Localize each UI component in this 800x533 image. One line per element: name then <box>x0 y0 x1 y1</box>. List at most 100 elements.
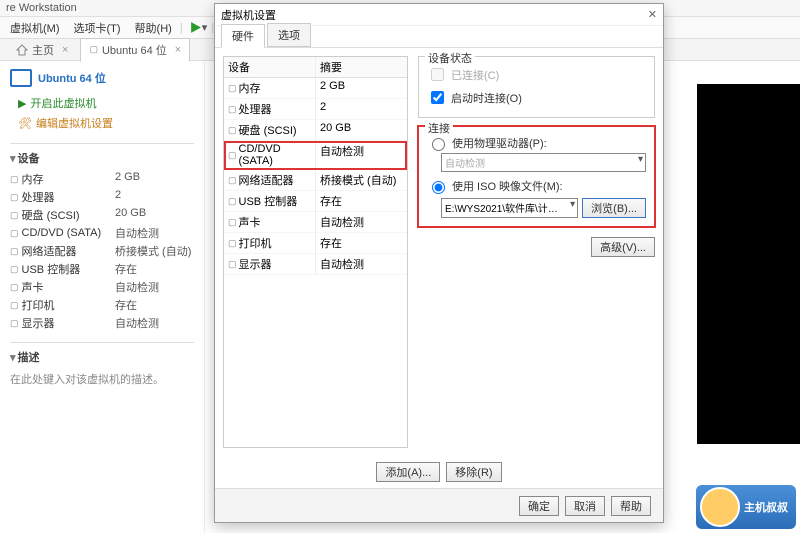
device-name: 声卡 <box>22 279 44 295</box>
hardware-row[interactable]: ▢打印机 存在 <box>224 233 407 254</box>
hw-name: 硬盘 (SCSI) <box>239 122 297 138</box>
add-hardware-button[interactable]: 添加(A)... <box>376 462 440 482</box>
hardware-row[interactable]: ▢硬盘 (SCSI)20 GB <box>224 120 407 141</box>
hardware-row[interactable]: ▢显示器自动检测 <box>224 254 407 275</box>
connection-group: 连接 使用物理驱动器(P): 自动检测 使用 ISO 映像文件(M): E:\W… <box>418 126 655 227</box>
menu-sep: | <box>180 22 183 34</box>
hw-name: 处理器 <box>239 101 272 117</box>
hw-header-summary: 摘要 <box>316 57 407 77</box>
device-icon: ▢ <box>10 192 19 203</box>
tab-ubuntu-label: Ubuntu 64 位 <box>102 42 167 58</box>
hardware-row[interactable]: ▢USB 控制器存在 <box>224 191 407 212</box>
wrench-icon: 🛠 <box>18 117 32 130</box>
menu-help[interactable]: 帮助(H) <box>129 18 178 38</box>
hw-name: 打印机 <box>239 235 272 251</box>
play-icon: ▶ <box>18 97 26 110</box>
use-physical-radio[interactable]: 使用物理驱动器(P): <box>427 133 646 153</box>
menu-tabs[interactable]: 选项卡(T) <box>68 18 127 38</box>
advanced-button[interactable]: 高级(V)... <box>591 237 655 257</box>
device-icon: ▢ <box>10 300 19 311</box>
device-name: 打印机 <box>22 297 55 313</box>
help-button[interactable]: 帮助 <box>611 496 651 516</box>
dialog-close-icon[interactable]: ✕ <box>648 8 657 21</box>
hw-summary: 自动检测 <box>316 212 407 232</box>
ok-button[interactable]: 确定 <box>519 496 559 516</box>
menu-vm[interactable]: 虚拟机(M) <box>4 18 66 38</box>
device-summary: 存在 <box>115 297 137 313</box>
hw-name: 显示器 <box>239 256 272 272</box>
device-icon: ▢ <box>10 174 19 185</box>
close-icon[interactable]: × <box>175 44 181 56</box>
vm-name: Ubuntu 64 位 <box>38 70 106 86</box>
device-row[interactable]: ▢声卡自动检测 <box>10 278 194 296</box>
vm-settings-dialog: 虚拟机设置 ✕ 硬件 选项 设备 摘要 ▢内存2 GB▢处理器2▢硬盘 (SCS… <box>214 3 664 523</box>
remove-hardware-button[interactable]: 移除(R) <box>446 462 501 482</box>
device-summary: 桥接模式 (自动) <box>115 243 191 259</box>
tab-home-label: 主页 <box>32 42 54 58</box>
hw-name: 网络适配器 <box>239 172 294 188</box>
app-title: re Workstation <box>6 2 77 14</box>
home-icon <box>16 44 28 56</box>
edit-settings-link[interactable]: 🛠 编辑虚拟机设置 <box>10 113 194 133</box>
device-icon: ▢ <box>228 238 237 249</box>
device-row[interactable]: ▢打印机 存在 <box>10 296 194 314</box>
hardware-row[interactable]: ▢CD/DVD (SATA)自动检测 <box>224 141 407 170</box>
device-icon: ▢ <box>228 259 237 270</box>
browse-button[interactable]: 浏览(B)... <box>582 198 646 218</box>
collapse-icon: ▾ <box>10 152 16 165</box>
tab-home[interactable]: 主页 × <box>8 39 76 61</box>
device-icon: ▢ <box>10 318 19 329</box>
description-placeholder[interactable]: 在此处键入对该虚拟机的描述。 <box>10 369 194 389</box>
cancel-button[interactable]: 取消 <box>565 496 605 516</box>
devices-header[interactable]: ▾ 设备 <box>10 150 194 166</box>
device-icon: ▢ <box>228 104 237 115</box>
device-row[interactable]: ▢硬盘 (SCSI)20 GB <box>10 206 194 224</box>
monitor-icon <box>10 69 32 87</box>
watermark-text: 主机叔叔 <box>744 499 788 515</box>
device-icon: ▢ <box>228 175 237 186</box>
vm-preview <box>697 84 800 444</box>
tab-ubuntu[interactable]: ▢ Ubuntu 64 位 × <box>80 38 190 62</box>
device-row[interactable]: ▢内存2 GB <box>10 170 194 188</box>
hw-name: 内存 <box>239 80 261 96</box>
iso-path-combo[interactable]: E:\WYS2021\软件库\计算机\L <box>441 198 578 218</box>
connected-checkbox: 已连接(C) <box>427 63 646 86</box>
watermark-badge: 主机叔叔 <box>696 485 796 529</box>
device-summary: 自动检测 <box>115 279 159 295</box>
device-icon: ▢ <box>228 83 237 94</box>
device-row[interactable]: ▢显示器自动检测 <box>10 314 194 332</box>
dialog-tab-hardware[interactable]: 硬件 <box>221 24 265 48</box>
device-row[interactable]: ▢CD/DVD (SATA)自动检测 <box>10 224 194 242</box>
device-row[interactable]: ▢处理器2 <box>10 188 194 206</box>
hardware-row[interactable]: ▢处理器2 <box>224 99 407 120</box>
device-summary: 存在 <box>115 261 137 277</box>
hw-summary: 存在 <box>316 233 407 253</box>
hw-name: CD/DVD (SATA) <box>239 143 311 167</box>
close-icon[interactable]: × <box>62 44 68 56</box>
device-name: 内存 <box>22 171 44 187</box>
group-label: 连接 <box>425 120 453 136</box>
power-on-icon[interactable]: ▾ <box>189 21 208 34</box>
power-on-link[interactable]: ▶ 开启此虚拟机 <box>10 93 194 113</box>
hardware-row[interactable]: ▢内存2 GB <box>224 78 407 99</box>
hardware-row[interactable]: ▢网络适配器 桥接模式 (自动) <box>224 170 407 191</box>
device-icon: ▢ <box>10 228 19 239</box>
hw-summary: 桥接模式 (自动) <box>316 170 407 190</box>
device-status-group: 设备状态 已连接(C) 启动时连接(O) <box>418 56 655 118</box>
device-row[interactable]: ▢USB 控制器存在 <box>10 260 194 278</box>
connect-at-poweron-checkbox[interactable]: 启动时连接(O) <box>427 86 646 109</box>
device-summary: 自动检测 <box>115 225 159 241</box>
power-on-label: 开启此虚拟机 <box>30 95 96 111</box>
device-name: 处理器 <box>22 189 55 205</box>
hardware-row[interactable]: ▢声卡自动检测 <box>224 212 407 233</box>
description-header[interactable]: ▾ 描述 <box>10 349 194 365</box>
device-icon: ▢ <box>228 150 237 161</box>
physical-drive-combo: 自动检测 <box>441 153 646 172</box>
device-row[interactable]: ▢网络适配器桥接模式 (自动) <box>10 242 194 260</box>
dialog-tab-options[interactable]: 选项 <box>267 23 311 47</box>
use-iso-radio[interactable]: 使用 ISO 映像文件(M): <box>427 176 646 196</box>
device-summary: 自动检测 <box>115 315 159 331</box>
device-icon: ▢ <box>228 125 237 136</box>
device-icon: ▢ <box>10 246 19 257</box>
device-summary: 20 GB <box>115 207 146 223</box>
